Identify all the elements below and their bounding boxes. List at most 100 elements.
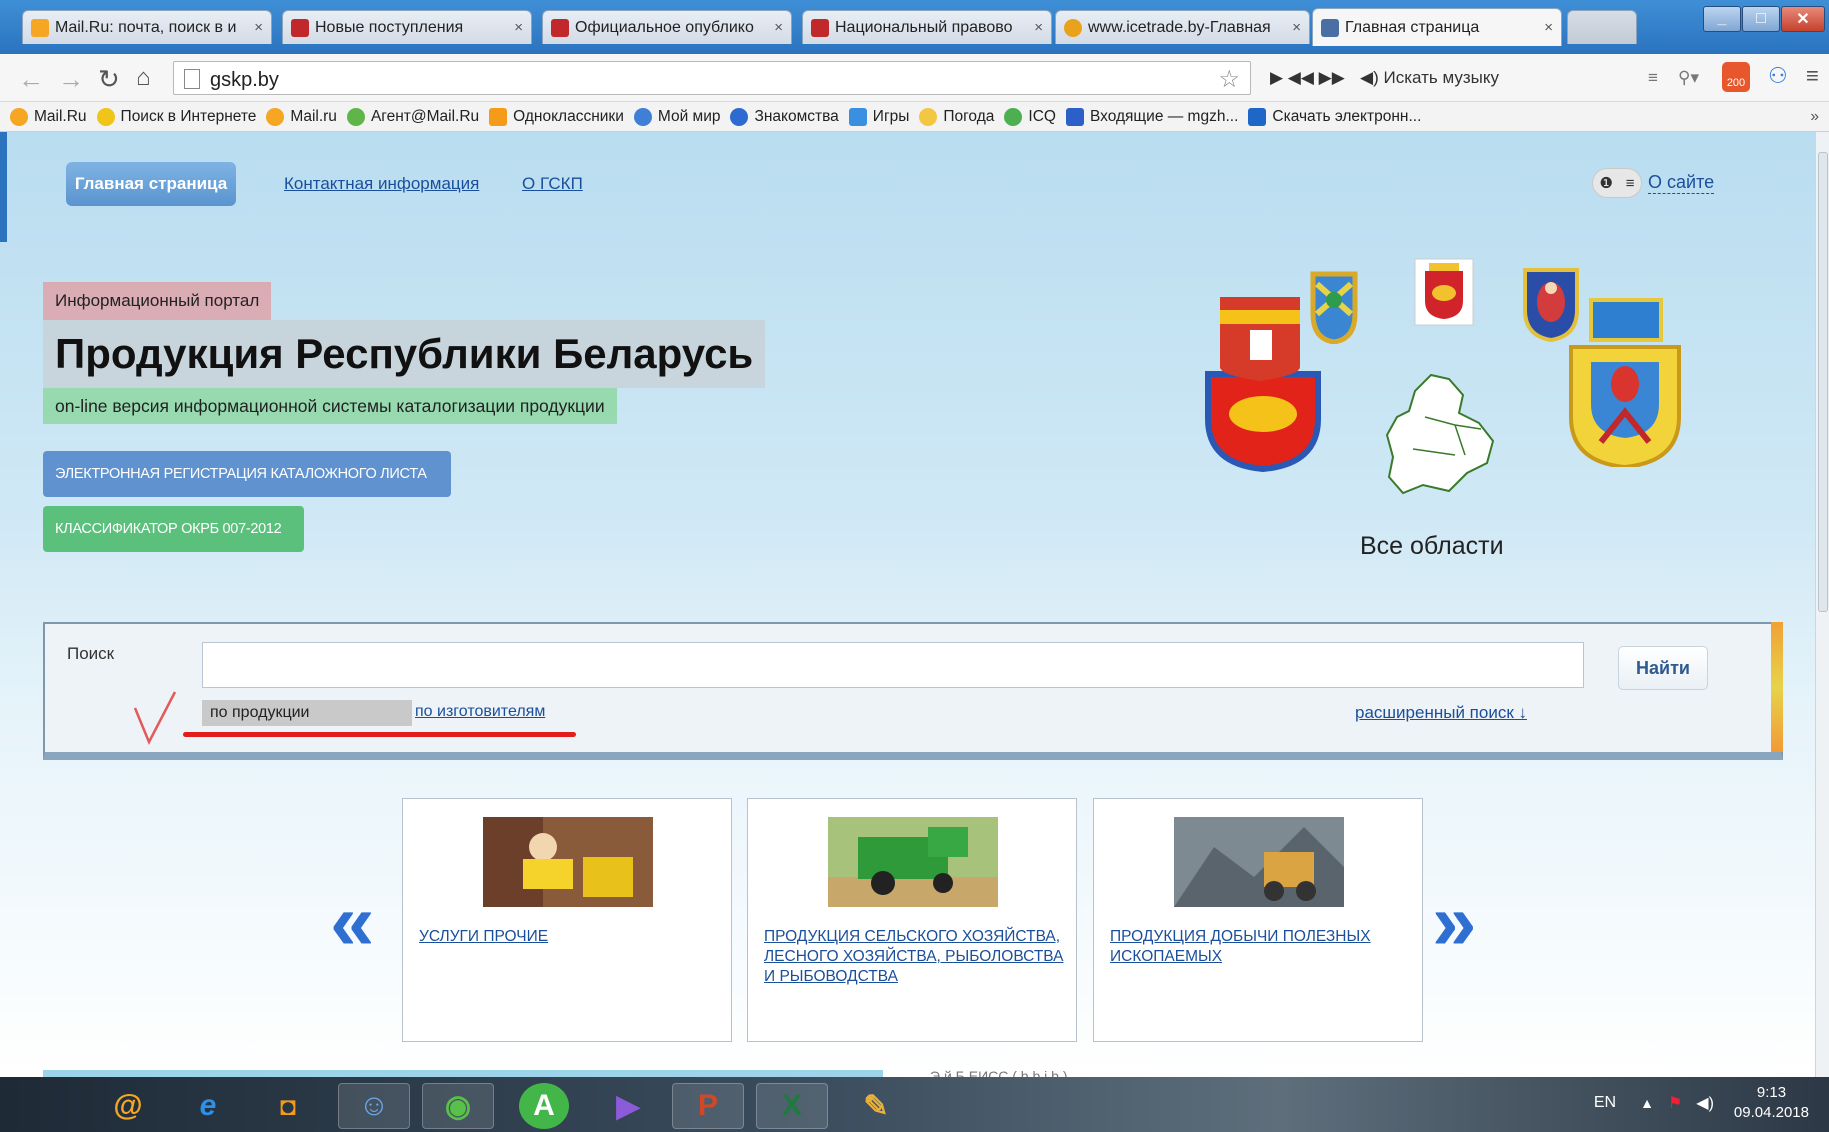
video-app-icon[interactable]: ▶ bbox=[592, 1083, 664, 1129]
bookmark-label: Мой мир bbox=[657, 107, 721, 125]
menu-lines-icon[interactable]: ≡ bbox=[1648, 68, 1658, 88]
bookmark-item[interactable]: Mail.Ru bbox=[10, 107, 87, 126]
forward-arrow-icon[interactable]: → bbox=[58, 64, 84, 95]
apple-start-icon[interactable] bbox=[14, 1083, 64, 1129]
category-caption[interactable]: ПРОДУКЦИЯ СЕЛЬСКОГО ХОЗЯЙСТВА, ЛЕСНОГО Х… bbox=[764, 927, 1074, 987]
classifier-button[interactable]: КЛАССИФИКАТОР ОКРБ 007-2012 bbox=[43, 506, 304, 552]
clock-time: 9:13 bbox=[1756, 1084, 1787, 1101]
powerpoint-icon[interactable]: P bbox=[672, 1083, 744, 1129]
tab-close-icon[interactable]: × bbox=[254, 19, 263, 36]
nav-about-gskp-link[interactable]: О ГСКП bbox=[522, 174, 583, 194]
bookmark-label: Mail.ru bbox=[290, 107, 337, 125]
bookmark-item[interactable]: Входящие — mgzh... bbox=[1065, 107, 1238, 126]
search-button[interactable]: Найти bbox=[1618, 646, 1708, 690]
music-search-field[interactable]: ◀) Искать музыку bbox=[1360, 68, 1499, 88]
belarus-flag-favicon-icon bbox=[551, 18, 569, 37]
tab-icetrade[interactable]: www.icetrade.by-Главная × bbox=[1055, 10, 1310, 44]
tab-close-icon[interactable]: × bbox=[514, 19, 523, 36]
chrome-menu-icon[interactable]: ≡ bbox=[1806, 63, 1819, 89]
advanced-search-link[interactable]: расширенный поиск ↓ bbox=[1355, 703, 1527, 723]
finder-icon[interactable]: ☺ bbox=[338, 1083, 410, 1129]
bookmark-item[interactable]: Скачать электронн... bbox=[1248, 107, 1421, 126]
bookmark-item[interactable]: Знакомства bbox=[730, 107, 839, 126]
bookmark-item[interactable]: Mail.ru bbox=[266, 107, 337, 126]
bookmark-item[interactable]: Игры bbox=[848, 107, 910, 126]
search-mode-product-tab[interactable]: по продукции bbox=[202, 700, 412, 726]
vitebsk-coat-of-arms-icon[interactable] bbox=[1565, 292, 1685, 467]
mailru-agent-icon[interactable]: @ bbox=[92, 1083, 164, 1129]
tray-expand-icon[interactable]: ▲ bbox=[1640, 1095, 1654, 1111]
tab-close-icon[interactable]: × bbox=[1544, 19, 1553, 36]
tab-official-publication[interactable]: Официальное опублико × bbox=[542, 10, 792, 44]
paint-icon[interactable]: ✎ bbox=[840, 1083, 912, 1129]
category-caption[interactable]: УСЛУГИ ПРОЧИЕ bbox=[419, 927, 729, 947]
decorative-stripe bbox=[1771, 622, 1783, 752]
tab-national-legal[interactable]: Национальный правово × bbox=[802, 10, 1052, 44]
extension-icon[interactable]: ⚇ bbox=[1768, 63, 1788, 89]
search-mode-manufacturer-link[interactable]: по изготовителям bbox=[415, 703, 545, 721]
bookmarks-overflow-icon[interactable]: » bbox=[1810, 108, 1819, 126]
back-arrow-icon[interactable]: ← bbox=[18, 64, 44, 95]
bookmark-star-icon[interactable]: ☆ bbox=[1218, 65, 1240, 94]
address-bar[interactable]: gskp.by ☆ bbox=[173, 61, 1251, 95]
nav-contacts-link[interactable]: Контактная информация bbox=[284, 174, 479, 194]
chrome-icon[interactable]: ◉ bbox=[422, 1083, 494, 1129]
about-site-link[interactable]: О сайте bbox=[1648, 172, 1715, 194]
info-icon: ❶ bbox=[1599, 175, 1613, 192]
bookmark-item[interactable]: Агент@Mail.Ru bbox=[346, 107, 480, 126]
category-card[interactable]: УСЛУГИ ПРОЧИЕ bbox=[402, 798, 732, 1042]
bookmark-label: Агент@Mail.Ru bbox=[370, 107, 480, 125]
e-registration-button[interactable]: ЭЛЕКТРОННАЯ РЕГИСТРАЦИЯ КАТАЛОЖНОГО ЛИСТ… bbox=[43, 451, 451, 497]
red-checkmark-annotation bbox=[133, 691, 177, 745]
bookmark-label: Игры bbox=[872, 107, 910, 125]
belarus-regions-map[interactable] bbox=[1383, 367, 1508, 497]
category-card[interactable]: ПРОДУКЦИЯ СЕЛЬСКОГО ХОЗЯЙСТВА, ЛЕСНОГО Х… bbox=[747, 798, 1077, 1042]
home-icon[interactable]: ⌂ bbox=[136, 64, 151, 92]
tab-close-icon[interactable]: × bbox=[774, 19, 783, 36]
media-player-icon[interactable]: ◘ bbox=[252, 1083, 324, 1129]
bookmark-item[interactable]: Одноклассники bbox=[489, 107, 624, 126]
carousel-next-button[interactable]: » bbox=[1432, 882, 1477, 962]
clock[interactable]: 9:13 09.04.2018 bbox=[1734, 1083, 1809, 1123]
belarus-flag-favicon-icon bbox=[291, 18, 309, 37]
bookmark-item[interactable]: ICQ bbox=[1004, 107, 1056, 126]
tab-close-icon[interactable]: × bbox=[1034, 19, 1043, 36]
grodno-coat-of-arms-icon[interactable] bbox=[1303, 264, 1365, 344]
mail-counter-badge[interactable]: 200 bbox=[1722, 62, 1750, 92]
excel-icon[interactable]: X bbox=[756, 1083, 828, 1129]
search-dropdown-icon[interactable]: ⚲▾ bbox=[1678, 68, 1699, 88]
view-toggle[interactable]: ❶ ≡ bbox=[1592, 168, 1642, 198]
mailru-favicon-icon bbox=[31, 18, 49, 37]
category-caption[interactable]: ПРОДУКЦИЯ ДОБЫЧИ ПОЛЕЗНЫХ ИСКОПАЕМЫХ bbox=[1110, 927, 1420, 967]
carousel-prev-button[interactable]: « bbox=[330, 882, 375, 962]
tab-home-page[interactable]: Главная страница × bbox=[1312, 8, 1562, 46]
category-card[interactable]: ПРОДУКЦИЯ ДОБЫЧИ ПОЛЕЗНЫХ ИСКОПАЕМЫХ bbox=[1093, 798, 1423, 1042]
tab-mailru[interactable]: Mail.Ru: почта, поиск в и × bbox=[22, 10, 272, 44]
tab-close-icon[interactable]: × bbox=[1292, 19, 1301, 36]
music-controls-icon[interactable]: ▶ ◀◀ ▶▶ bbox=[1270, 68, 1345, 88]
minimize-button[interactable]: _ bbox=[1703, 6, 1741, 32]
language-indicator[interactable]: EN bbox=[1594, 1094, 1616, 1112]
tab-new-arrivals[interactable]: Новые поступления × bbox=[282, 10, 532, 44]
nav-home-button[interactable]: Главная страница bbox=[66, 162, 236, 206]
scrollbar-thumb[interactable] bbox=[1818, 152, 1828, 612]
new-tab-button[interactable] bbox=[1567, 10, 1637, 44]
list-icon: ≡ bbox=[1625, 174, 1635, 192]
all-regions-label[interactable]: Все области bbox=[1360, 532, 1504, 561]
browser-tab-bar: Mail.Ru: почта, поиск в и × Новые поступ… bbox=[0, 0, 1829, 54]
maximize-button[interactable]: □ bbox=[1742, 6, 1780, 32]
app-a-icon[interactable]: A bbox=[519, 1083, 569, 1129]
bookmark-item[interactable]: Мой мир bbox=[633, 107, 721, 126]
minsk-region-coat-of-arms-icon[interactable] bbox=[1413, 257, 1475, 327]
about-site-control[interactable]: ❶ ≡ О сайте bbox=[1592, 168, 1715, 198]
action-center-flag-icon[interactable]: ⚑ bbox=[1668, 1093, 1682, 1113]
volume-icon[interactable]: ◀) bbox=[1696, 1093, 1714, 1113]
page-scrollbar[interactable] bbox=[1815, 132, 1829, 1077]
search-input[interactable] bbox=[202, 642, 1584, 688]
reload-icon[interactable]: ↻ bbox=[98, 64, 120, 95]
tab-title: www.icetrade.by-Главная bbox=[1088, 18, 1271, 36]
bookmark-item[interactable]: Поиск в Интернете bbox=[96, 107, 256, 126]
internet-explorer-icon[interactable]: e bbox=[172, 1083, 244, 1129]
close-window-button[interactable]: ✕ bbox=[1781, 6, 1825, 32]
bookmark-item[interactable]: Погода bbox=[919, 107, 994, 126]
